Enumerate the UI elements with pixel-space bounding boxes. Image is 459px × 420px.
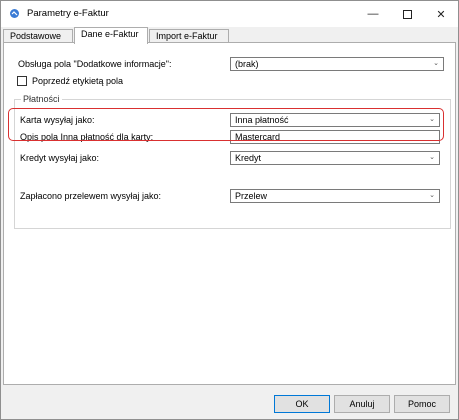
cancel-button-label: Anuluj	[349, 399, 375, 409]
credit-select[interactable]: Kredyt ⌄	[230, 151, 440, 165]
minimize-icon: —	[367, 8, 379, 20]
tab-strip: Podstawowe Dane e-Faktur Import e-Faktur	[3, 27, 456, 44]
additional-info-label: Obsługa pola "Dodatkowe informacje":	[18, 59, 172, 69]
tab-label: Import e-Faktur	[156, 31, 218, 41]
payments-group-title: Płatności	[21, 94, 62, 104]
chevron-down-icon: ⌄	[429, 154, 435, 161]
window-title: Parametry e-Faktur	[27, 8, 109, 19]
title-bar[interactable]: Parametry e-Faktur — ✕	[1, 1, 458, 27]
maximize-icon	[402, 9, 412, 19]
chevron-down-icon: ⌄	[429, 192, 435, 199]
transfer-label: Zapłacono przelewem wysyłaj jako:	[20, 191, 162, 201]
tab-dane-e-faktur[interactable]: Dane e-Faktur	[74, 27, 148, 44]
highlight-box	[8, 108, 444, 141]
close-button[interactable]: ✕	[424, 1, 458, 27]
prefix-label-checkbox[interactable]	[17, 76, 27, 86]
chevron-down-icon: ⌄	[433, 60, 439, 67]
prefix-label-checkbox-label: Poprzedź etykietą pola	[32, 76, 124, 86]
tab-label: Dane e-Faktur	[81, 29, 139, 39]
tab-import-e-faktur[interactable]: Import e-Faktur	[149, 29, 229, 43]
app-icon	[10, 9, 19, 18]
ok-button-label: OK	[295, 399, 309, 409]
tab-label: Podstawowe	[10, 31, 62, 41]
transfer-value: Przelew	[235, 191, 268, 201]
credit-label: Kredyt wysyłaj jako:	[20, 153, 100, 163]
help-button-label: Pomoc	[407, 399, 436, 409]
help-button[interactable]: Pomoc	[394, 395, 450, 413]
minimize-button[interactable]: —	[356, 1, 390, 27]
additional-info-value: (brak)	[235, 59, 259, 69]
dialog-window: Parametry e-Faktur — ✕ Podstawowe Dane e…	[0, 0, 459, 420]
additional-info-select[interactable]: (brak) ⌄	[230, 57, 444, 71]
credit-value: Kredyt	[235, 153, 262, 163]
tab-podstawowe[interactable]: Podstawowe	[3, 29, 73, 43]
ok-button[interactable]: OK	[274, 395, 330, 413]
transfer-select[interactable]: Przelew ⌄	[230, 189, 440, 203]
tab-panel-dane-e-faktur: Obsługa pola "Dodatkowe informacje": (br…	[3, 42, 456, 385]
cancel-button[interactable]: Anuluj	[334, 395, 390, 413]
close-icon: ✕	[436, 8, 446, 21]
maximize-button[interactable]	[390, 1, 424, 27]
